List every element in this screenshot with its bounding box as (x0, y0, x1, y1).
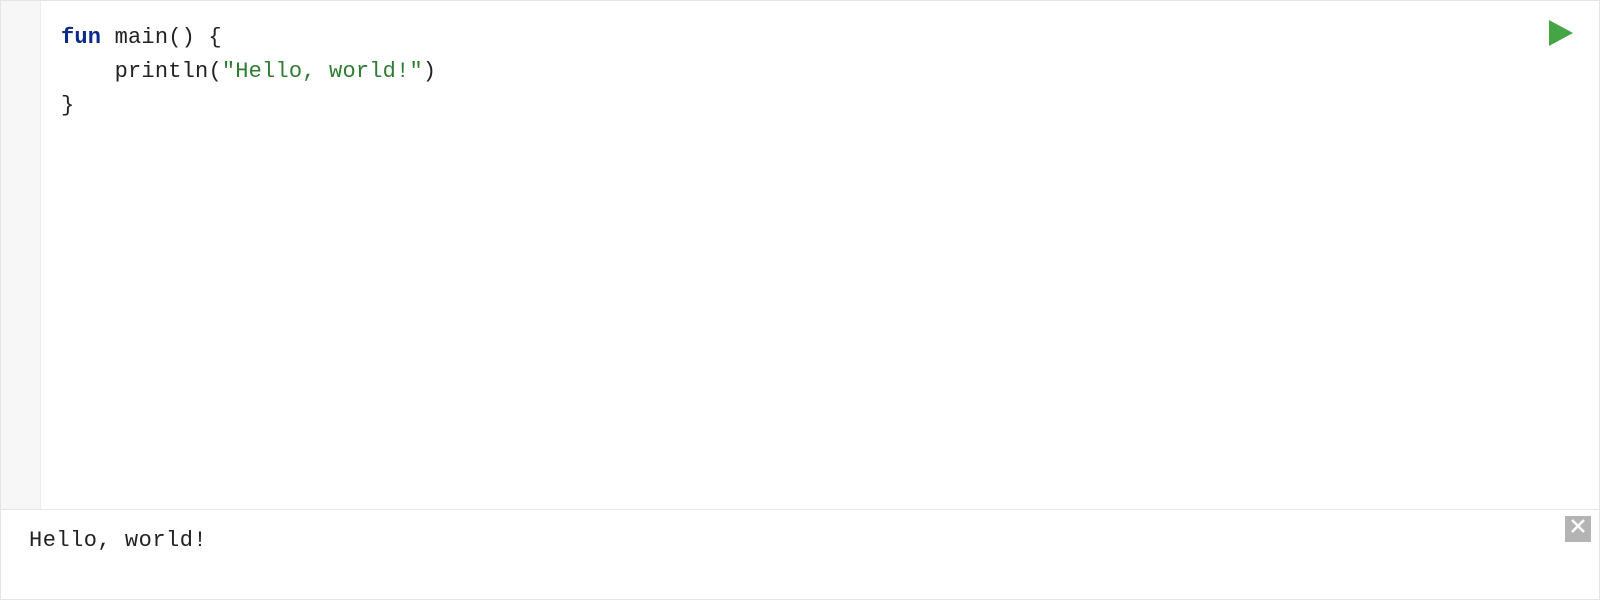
code-string: "Hello, world!" (222, 59, 423, 84)
code-fn: println (115, 59, 209, 84)
close-output-button[interactable] (1565, 516, 1591, 542)
playground-container: fun main() { println("Hello, world!") } … (0, 0, 1600, 600)
code-editor[interactable]: fun main() { println("Hello, world!") } (41, 1, 1599, 509)
play-icon (1545, 18, 1575, 55)
code-paren-close: ) (423, 59, 436, 84)
code-keyword: fun (61, 25, 101, 50)
code-text: main() { (101, 25, 222, 50)
code-paren-open: ( (208, 59, 221, 84)
close-icon (1569, 517, 1587, 542)
editor-gutter (1, 1, 41, 509)
output-pane: Hello, world! (1, 509, 1599, 599)
editor-pane: fun main() { println("Hello, world!") } (1, 1, 1599, 509)
run-button[interactable] (1543, 19, 1577, 53)
code-brace-close: } (61, 93, 74, 118)
code-indent (61, 59, 115, 84)
output-text: Hello, world! (29, 528, 207, 553)
